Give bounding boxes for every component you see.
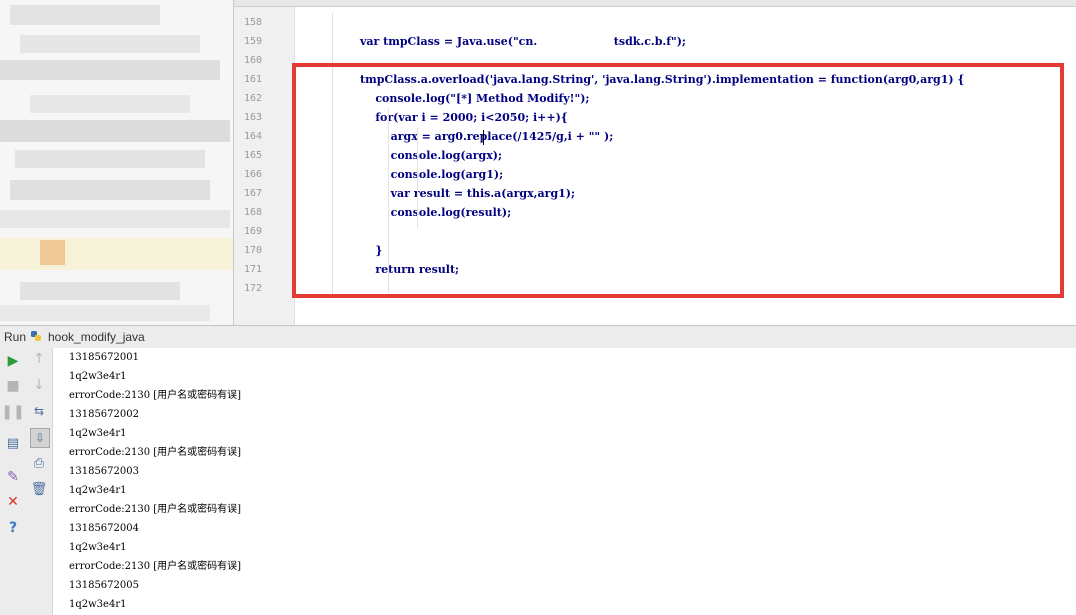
line-number: 165 (243, 150, 262, 161)
console-line: errorCode:2130 [用户名或密码有误] (69, 561, 242, 572)
blurred-item (0, 120, 230, 142)
run-toolbar-secondary: ↑ ↓ ⇆ ⇩ ⎙ 🗑 (26, 348, 53, 615)
blurred-item (20, 35, 200, 53)
console-line: 13185672003 (69, 466, 139, 477)
up-arrow-icon[interactable]: ↑ (30, 350, 48, 368)
pin-icon[interactable]: ✎ (4, 468, 22, 486)
blurred-item (15, 150, 205, 168)
line-number-gutter: 158 159 160 161 162 163 164 165 166 167 168 169 170 1… (234, 7, 295, 325)
console-line: 1q2w3e4r1 (69, 599, 127, 610)
print-icon[interactable]: ⎙ (30, 454, 48, 472)
editor-tab-strip (234, 0, 1076, 7)
pause-icon[interactable]: ❚❚ (1, 403, 24, 421)
python-icon (31, 331, 41, 341)
line-number: 160 (243, 55, 262, 66)
console-line: errorCode:2130 [用户名或密码有误] (69, 504, 242, 515)
layout-icon[interactable]: ▤ (4, 434, 22, 452)
line-number: 164 (243, 131, 262, 142)
console-line: 13185672002 (69, 409, 139, 420)
line-number: 168 (243, 207, 262, 218)
blurred-item (0, 305, 210, 321)
console-line: 1q2w3e4r1 (69, 542, 127, 553)
line-number: 167 (243, 188, 262, 199)
code-line: var tmpClass = Java.use("cn. tsdk.c.b.f"… (360, 35, 686, 48)
line-number: 166 (243, 169, 262, 180)
line-number: 162 (243, 93, 262, 104)
line-number: 171 (243, 264, 262, 275)
console-line: errorCode:2130 [用户名或密码有误] (69, 447, 242, 458)
scroll-to-end-icon[interactable]: ⇩ (30, 428, 50, 448)
run-tool-window-header: Run hook_modify_java (0, 325, 1076, 349)
blurred-item (10, 180, 210, 200)
close-icon[interactable]: ✕ (4, 493, 22, 511)
run-configuration-name[interactable]: hook_modify_java (48, 330, 145, 344)
down-arrow-icon[interactable]: ↓ (30, 376, 48, 394)
console-line: 1q2w3e4r1 (69, 428, 127, 439)
play-icon[interactable]: ▶ (4, 352, 22, 370)
blurred-item (0, 210, 230, 228)
line-number: 159 (243, 36, 262, 47)
blurred-icon (40, 240, 65, 265)
blurred-item (10, 5, 160, 25)
line-number: 169 (243, 226, 262, 237)
console-line: 1q2w3e4r1 (69, 371, 127, 382)
soft-wrap-icon[interactable]: ⇆ (30, 402, 48, 420)
run-label: Run (4, 330, 27, 344)
blurred-item (20, 282, 180, 300)
console-line: 13185672001 (69, 352, 139, 363)
trash-icon[interactable]: 🗑 (30, 480, 48, 498)
line-number: 170 (243, 245, 262, 256)
console-line: errorCode:2130 [用户名或密码有误] (69, 390, 242, 401)
console-line: 13185672004 (69, 523, 139, 534)
line-number: 161 (243, 74, 262, 85)
line-number: 158 (243, 17, 262, 28)
blurred-item (0, 60, 220, 80)
blurred-item (30, 95, 190, 113)
run-toolbar-primary: ▶ ■ ❚❚ ▤ ✎ ✕ ? (0, 348, 27, 615)
console-output[interactable]: 13185672001 1q2w3e4r1 errorCode:2130 [用户名或… (53, 348, 1076, 615)
stop-icon[interactable]: ■ (4, 377, 22, 395)
project-panel[interactable] (0, 0, 233, 325)
line-number: 163 (243, 112, 262, 123)
blurred-selected-item (0, 238, 233, 270)
code-highlight-box (292, 63, 1064, 298)
console-line: 13185672005 (69, 580, 139, 591)
console-line: 1q2w3e4r1 (69, 485, 127, 496)
line-number: 172 (243, 283, 262, 294)
help-icon[interactable]: ? (4, 519, 22, 537)
